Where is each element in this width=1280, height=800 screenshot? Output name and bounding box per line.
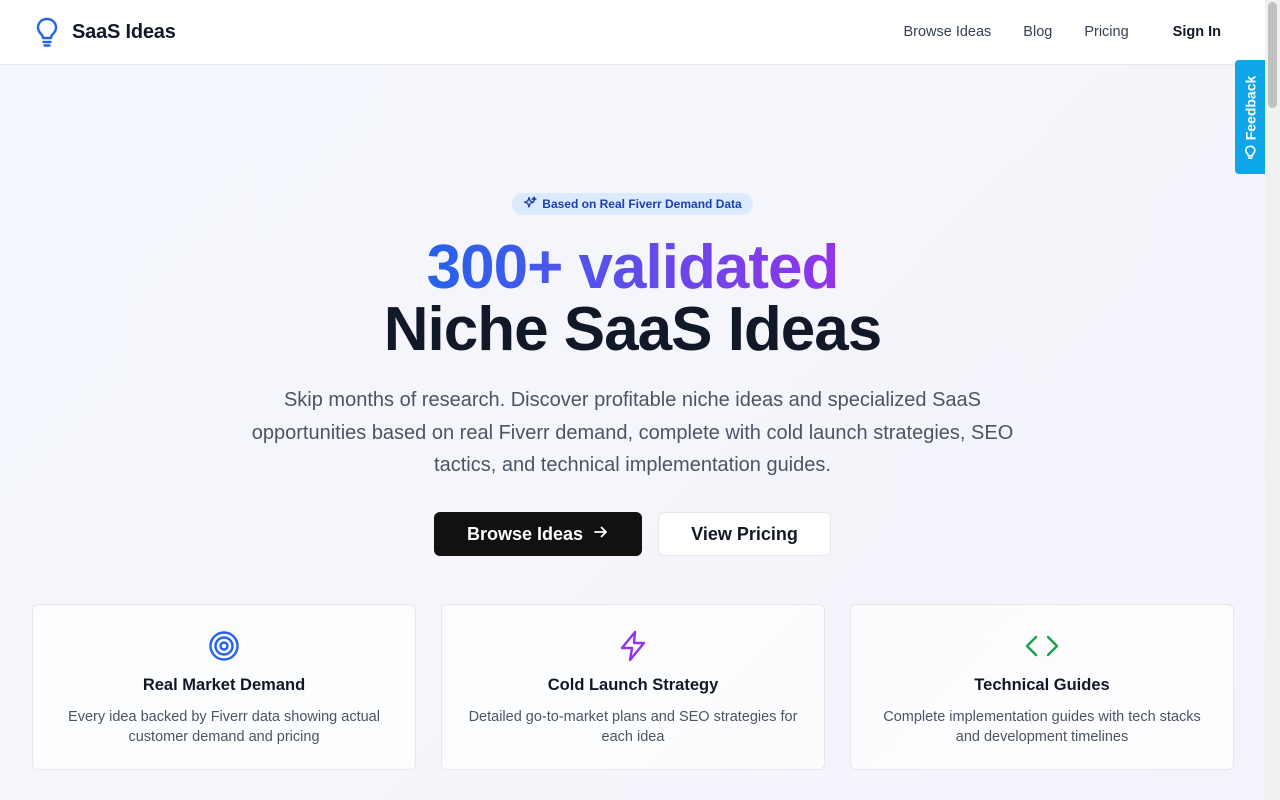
browse-ideas-label: Browse Ideas (466, 523, 584, 544)
feature-card-market-demand: Real Market Demand Every idea backed by … (32, 604, 416, 770)
cta-row: Browse Ideas View Pricing (434, 512, 831, 556)
nav-blog[interactable]: Blog (1023, 24, 1052, 40)
target-icon (207, 629, 241, 663)
lightbulb-icon (34, 16, 60, 48)
nav-pricing[interactable]: Pricing (1084, 24, 1128, 40)
scrollbar[interactable] (1265, 0, 1280, 800)
feature-description: Detailed go-to-market plans and SEO stra… (468, 709, 798, 745)
hero-subtitle: Skip months of research. Discover profit… (251, 389, 1014, 476)
main-nav: Browse Ideas Blog Pricing Sign In (871, 24, 1221, 40)
feedback-label: Feedback (1242, 75, 1258, 141)
feature-card-technical-guides: Technical Guides Complete implementation… (850, 604, 1234, 770)
scrollbar-thumb[interactable] (1268, 2, 1277, 108)
nav-browse-ideas[interactable]: Browse Ideas (903, 24, 991, 40)
headline-main: Niche SaaS Ideas (383, 295, 883, 364)
arrow-right-icon (593, 524, 609, 545)
feature-cards: Real Market Demand Every idea backed by … (32, 604, 1234, 770)
sparkles-icon (523, 195, 537, 213)
lightbulb-icon (1244, 145, 1256, 159)
feature-description: Complete implementation guides with tech… (883, 709, 1201, 745)
brand-name: SaaS Ideas (72, 20, 176, 43)
view-pricing-button[interactable]: View Pricing (658, 512, 831, 556)
feature-title: Real Market Demand (142, 676, 306, 694)
code-icon (1025, 629, 1059, 663)
hero-headline: 300+ validated Niche SaaS Ideas (0, 233, 1265, 364)
badge-label: Based on Real Fiverr Demand Data (542, 197, 742, 211)
feature-card-cold-launch: Cold Launch Strategy Detailed go-to-mark… (441, 604, 825, 770)
feature-title: Technical Guides (974, 676, 1110, 694)
lightning-icon (616, 629, 650, 663)
feature-title: Cold Launch Strategy (547, 676, 719, 694)
feature-description: Every idea backed by Fiverr data showing… (68, 709, 380, 745)
demand-data-badge: Based on Real Fiverr Demand Data (512, 193, 753, 215)
feedback-tab[interactable]: Feedback (1235, 60, 1265, 174)
headline-highlight: 300+ validated (426, 233, 840, 302)
site-header: SaaS Ideas Browse Ideas Blog Pricing Sig… (0, 0, 1280, 65)
sign-in-link[interactable]: Sign In (1173, 24, 1221, 40)
brand-logo[interactable]: SaaS Ideas (34, 16, 176, 48)
browse-ideas-button[interactable]: Browse Ideas (434, 512, 642, 556)
